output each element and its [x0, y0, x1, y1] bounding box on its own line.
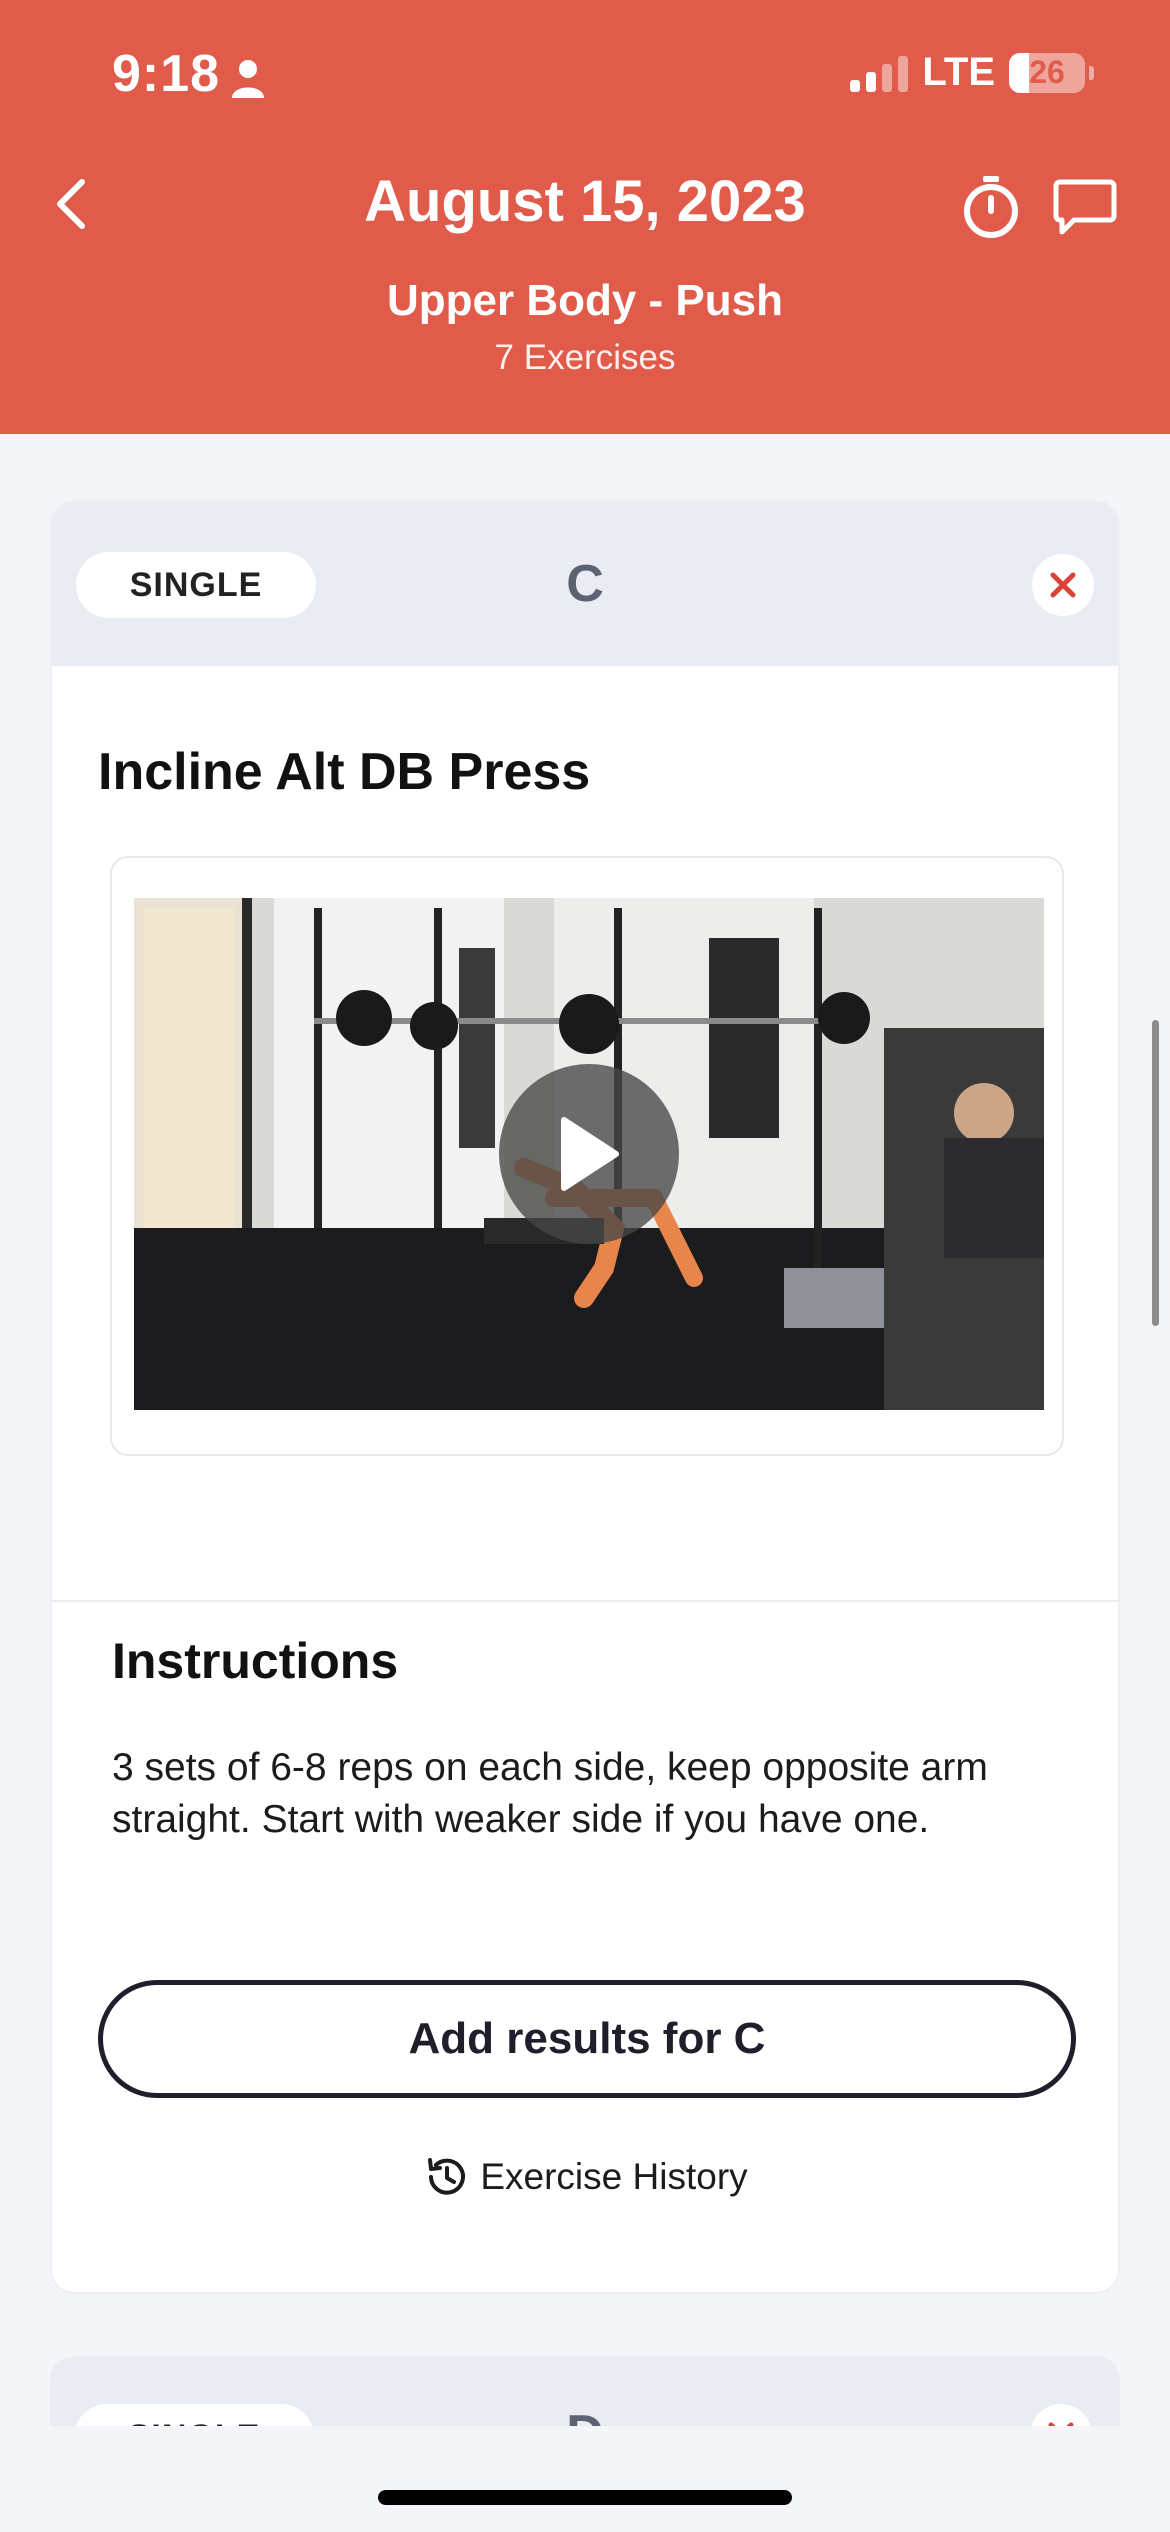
app-header: 9:18 LTE 26 August 15, 2023 Upper Body -… [0, 0, 1170, 434]
exercise-history-label: Exercise History [480, 2156, 748, 2197]
add-results-button[interactable]: Add results for C [98, 1980, 1076, 2098]
timer-icon[interactable] [958, 174, 1024, 240]
history-icon [428, 2158, 466, 2195]
exercise-card: SINGLE C Incline Alt DB Press Instructio… [50, 500, 1120, 2294]
exercise-history-link[interactable]: Exercise History [52, 2152, 1118, 2202]
status-indicators: LTE 26 [850, 50, 1094, 95]
exercise-video[interactable] [134, 898, 1044, 1410]
instructions-title: Instructions [112, 1633, 399, 1689]
exercise-count: 7 Exercises [494, 338, 676, 377]
battery-level: 26 [1029, 54, 1065, 90]
play-button[interactable] [499, 1064, 679, 1244]
chat-icon[interactable] [1052, 176, 1118, 238]
play-icon [561, 1117, 619, 1191]
close-icon [1050, 572, 1076, 598]
home-indicator[interactable] [378, 2490, 792, 2505]
section-divider [52, 1600, 1118, 1602]
remove-exercise-button[interactable] [1032, 554, 1094, 616]
battery-icon: 26 [1009, 52, 1085, 93]
card-header: SINGLE C [52, 502, 1118, 666]
video-container [110, 856, 1064, 1456]
signal-icon [850, 54, 909, 92]
workout-name: Upper Body - Push [386, 276, 784, 325]
status-time: 9:18 [112, 45, 221, 103]
scrollbar[interactable] [1152, 1020, 1159, 1326]
battery-cap [1089, 65, 1094, 80]
network-label: LTE [922, 50, 995, 94]
instructions-text: 3 sets of 6-8 reps on each side, keep op… [112, 1746, 988, 1841]
bottom-safe-area [0, 2426, 1170, 2532]
exercise-name: Incline Alt DB Press [98, 743, 591, 801]
block-letter: C [566, 555, 604, 613]
person-icon [232, 60, 264, 98]
